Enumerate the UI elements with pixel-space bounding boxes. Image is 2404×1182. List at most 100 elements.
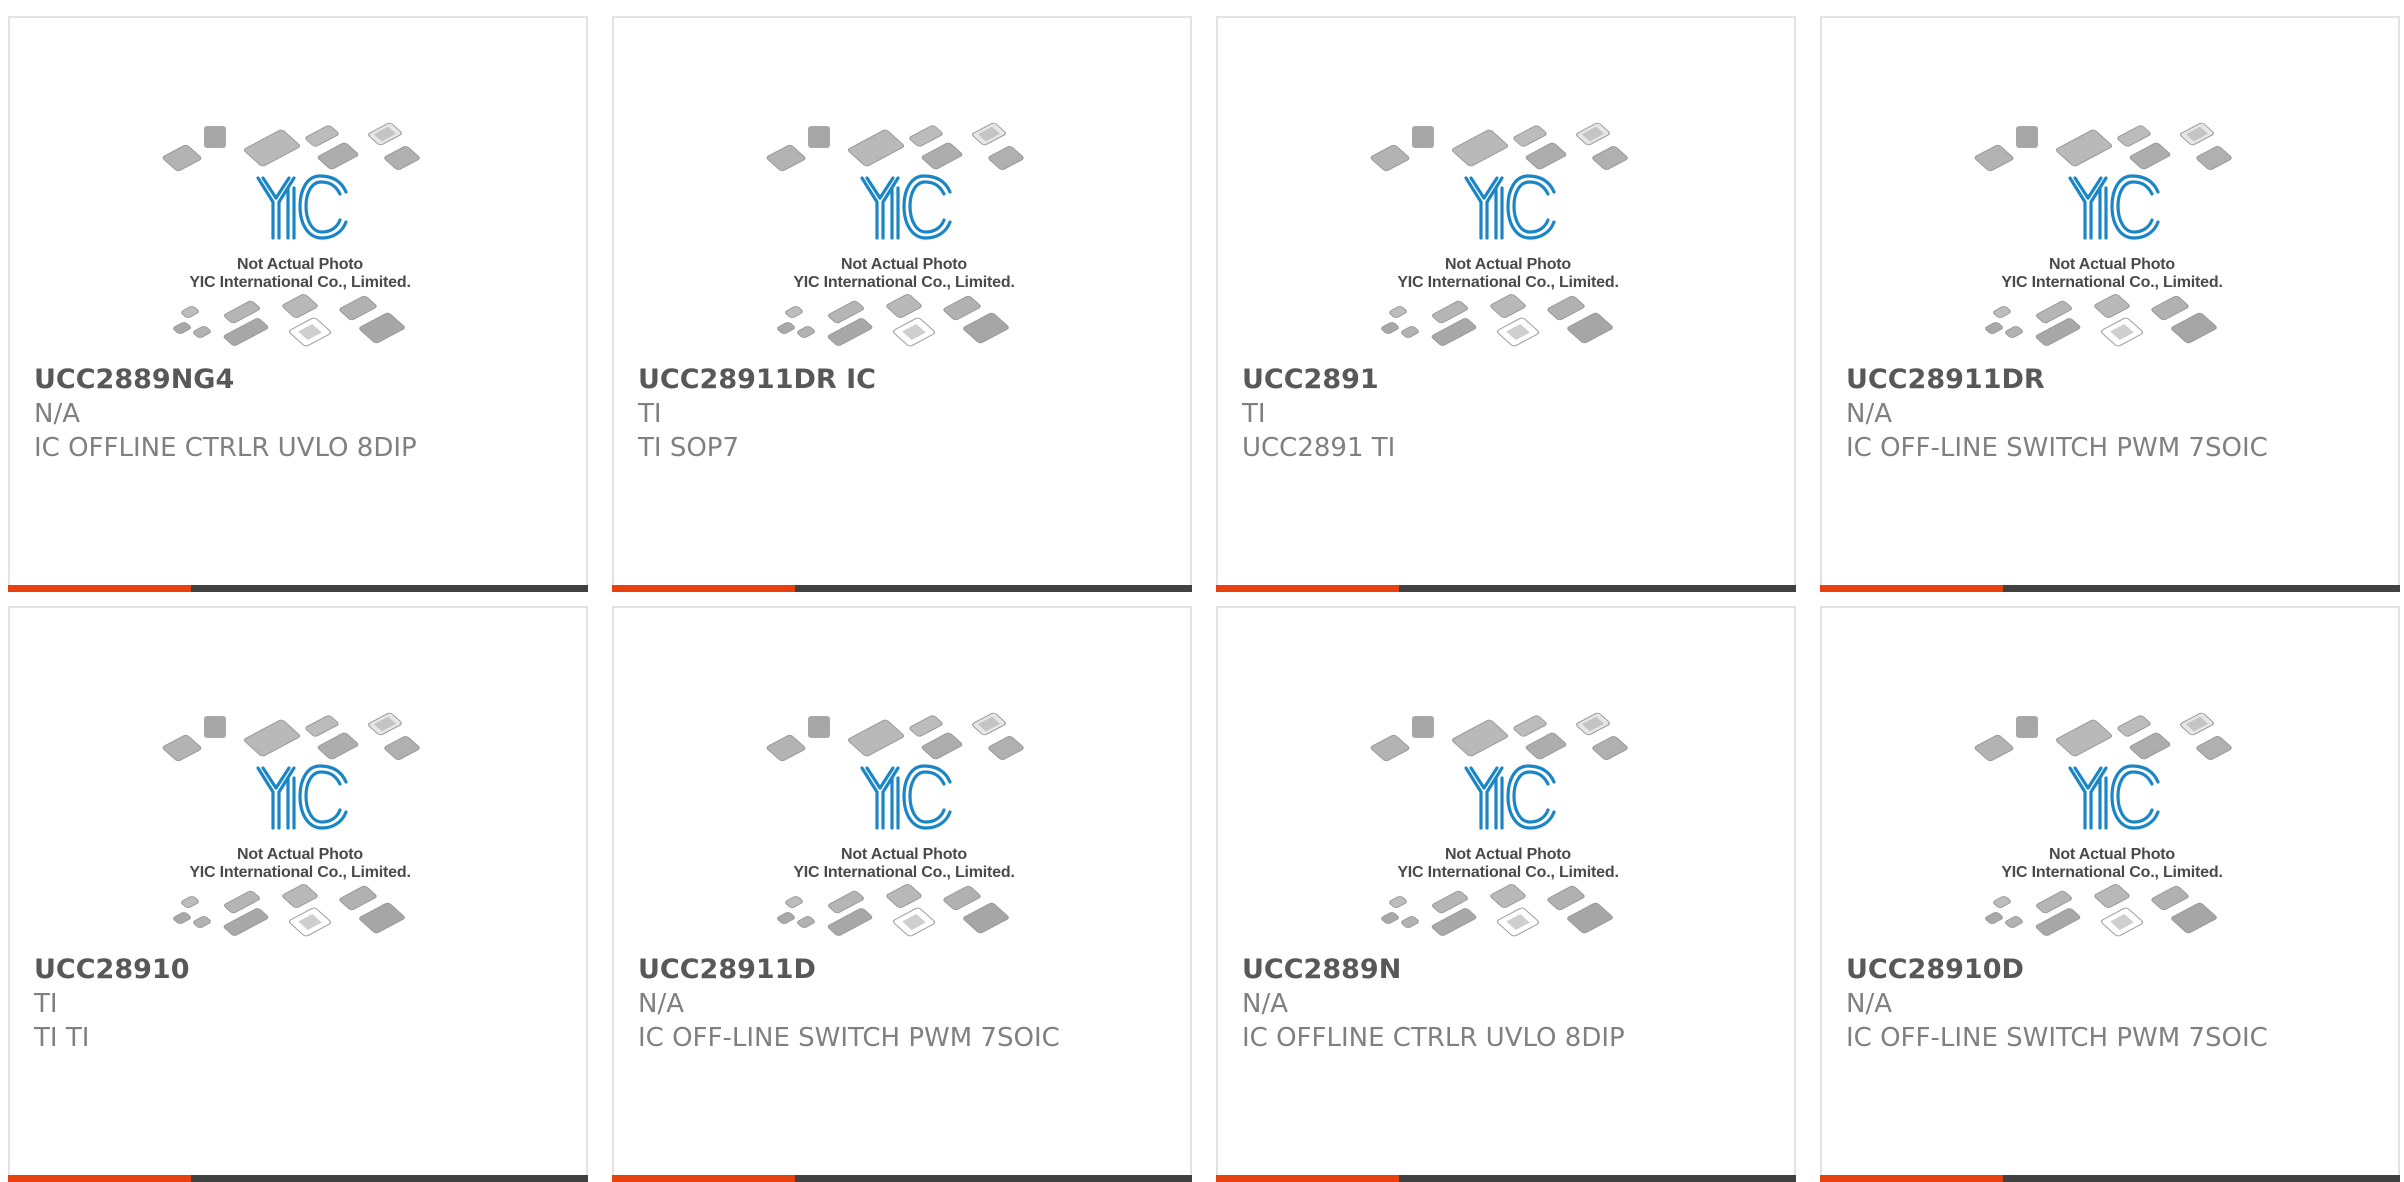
chip-package-icons-bottom <box>173 884 405 937</box>
company-caption: YIC International Co., Limited. <box>189 864 411 881</box>
placeholder-image: Not Actual Photo YIC International Co., … <box>160 696 440 952</box>
card-accent-bar <box>8 585 191 592</box>
placeholder-image: Not Actual Photo YIC International Co., … <box>1368 106 1648 362</box>
description: IC OFFLINE CTRLR UVLO 8DIP <box>34 433 417 463</box>
card-bottom-bar <box>1820 585 2400 592</box>
card-bottom-bar <box>1820 1175 2400 1182</box>
chip-package-icons-bottom <box>1381 294 1613 347</box>
part-number[interactable]: UCC28911DR IC <box>638 363 1180 397</box>
company-caption: YIC International Co., Limited. <box>793 274 1015 291</box>
card-accent-bar <box>1216 585 1399 592</box>
chip-package-icons-bottom <box>173 294 405 347</box>
product-card[interactable]: Not Actual Photo YIC International Co., … <box>8 16 588 592</box>
card-bottom-bar <box>1216 585 1796 592</box>
card-accent-bar <box>8 1175 191 1182</box>
manufacturer: TI <box>638 399 662 429</box>
chip-package-icons-top <box>1974 712 2232 762</box>
part-number[interactable]: UCC2889NG4 <box>34 363 576 397</box>
product-card[interactable]: Not Actual Photo YIC International Co., … <box>1216 16 1796 592</box>
card-accent-bar <box>1216 1175 1399 1182</box>
company-caption: YIC International Co., Limited. <box>2001 274 2223 291</box>
yic-logo-icon <box>256 174 348 240</box>
chip-package-icons-top <box>162 122 420 172</box>
chip-package-icons-bottom <box>777 884 1009 937</box>
product-info: UCC2891 TI UCC2891 TI <box>1242 363 1784 465</box>
card-accent-bar <box>1820 1175 2003 1182</box>
manufacturer: N/A <box>34 399 80 429</box>
part-number[interactable]: UCC28911DR <box>1846 363 2388 397</box>
product-info: UCC28910D N/A IC OFF-LINE SWITCH PWM 7SO… <box>1846 953 2388 1055</box>
product-info: UCC28911D N/A IC OFF-LINE SWITCH PWM 7SO… <box>638 953 1180 1055</box>
description: TI TI <box>34 1023 90 1053</box>
manufacturer: N/A <box>1846 399 1892 429</box>
product-card[interactable]: Not Actual Photo YIC International Co., … <box>612 606 1192 1182</box>
product-card[interactable]: Not Actual Photo YIC International Co., … <box>1820 16 2400 592</box>
card-bottom-bar <box>8 585 588 592</box>
not-actual-photo-caption: Not Actual Photo <box>1445 256 1571 273</box>
product-info: UCC28911DR N/A IC OFF-LINE SWITCH PWM 7S… <box>1846 363 2388 465</box>
product-card[interactable]: Not Actual Photo YIC International Co., … <box>1820 606 2400 1182</box>
manufacturer: N/A <box>1846 989 1892 1019</box>
description: IC OFF-LINE SWITCH PWM 7SOIC <box>1846 433 2268 463</box>
not-actual-photo-caption: Not Actual Photo <box>841 256 967 273</box>
yic-logo-icon <box>860 764 952 830</box>
product-info: UCC28911DR IC TI TI SOP7 <box>638 363 1180 465</box>
manufacturer: N/A <box>1242 989 1288 1019</box>
card-accent-bar <box>612 1175 795 1182</box>
description: IC OFF-LINE SWITCH PWM 7SOIC <box>1846 1023 2268 1053</box>
not-actual-photo-caption: Not Actual Photo <box>1445 846 1571 863</box>
product-card[interactable]: Not Actual Photo YIC International Co., … <box>8 606 588 1182</box>
product-info: UCC2889N N/A IC OFFLINE CTRLR UVLO 8DIP <box>1242 953 1784 1055</box>
card-accent-bar <box>1820 585 2003 592</box>
card-bottom-bar <box>8 1175 588 1182</box>
placeholder-image: Not Actual Photo YIC International Co., … <box>1972 696 2252 952</box>
manufacturer: TI <box>34 989 58 1019</box>
product-card[interactable]: Not Actual Photo YIC International Co., … <box>1216 606 1796 1182</box>
company-caption: YIC International Co., Limited. <box>189 274 411 291</box>
description: IC OFFLINE CTRLR UVLO 8DIP <box>1242 1023 1625 1053</box>
chip-package-icons-top <box>162 712 420 762</box>
not-actual-photo-caption: Not Actual Photo <box>2049 256 2175 273</box>
placeholder-image: Not Actual Photo YIC International Co., … <box>764 696 1044 952</box>
chip-package-icons-top <box>1370 712 1628 762</box>
card-accent-bar <box>612 585 795 592</box>
description: IC OFF-LINE SWITCH PWM 7SOIC <box>638 1023 1060 1053</box>
yic-logo-icon <box>2068 764 2160 830</box>
not-actual-photo-caption: Not Actual Photo <box>2049 846 2175 863</box>
placeholder-image: Not Actual Photo YIC International Co., … <box>1368 696 1648 952</box>
product-card[interactable]: Not Actual Photo YIC International Co., … <box>612 16 1192 592</box>
yic-logo-icon <box>860 174 952 240</box>
yic-logo-icon <box>2068 174 2160 240</box>
placeholder-image: Not Actual Photo YIC International Co., … <box>764 106 1044 362</box>
company-caption: YIC International Co., Limited. <box>1397 274 1619 291</box>
description: UCC2891 TI <box>1242 433 1396 463</box>
yic-logo-icon <box>1464 174 1556 240</box>
chip-package-icons-bottom <box>777 294 1009 347</box>
part-number[interactable]: UCC2891 <box>1242 363 1784 397</box>
product-grid: Not Actual Photo YIC International Co., … <box>0 0 2404 1182</box>
company-caption: YIC International Co., Limited. <box>793 864 1015 881</box>
yic-logo-icon <box>256 764 348 830</box>
product-info: UCC2889NG4 N/A IC OFFLINE CTRLR UVLO 8DI… <box>34 363 576 465</box>
chip-package-icons-top <box>1974 122 2232 172</box>
placeholder-image: Not Actual Photo YIC International Co., … <box>1972 106 2252 362</box>
card-bottom-bar <box>612 1175 1192 1182</box>
part-number[interactable]: UCC28910D <box>1846 953 2388 987</box>
chip-package-icons-top <box>1370 122 1628 172</box>
placeholder-image: Not Actual Photo YIC International Co., … <box>160 106 440 362</box>
card-bottom-bar <box>1216 1175 1796 1182</box>
card-bottom-bar <box>612 585 1192 592</box>
chip-package-icons-bottom <box>1985 884 2217 937</box>
part-number[interactable]: UCC28911D <box>638 953 1180 987</box>
manufacturer: TI <box>1242 399 1266 429</box>
company-caption: YIC International Co., Limited. <box>2001 864 2223 881</box>
description: TI SOP7 <box>638 433 740 463</box>
company-caption: YIC International Co., Limited. <box>1397 864 1619 881</box>
part-number[interactable]: UCC2889N <box>1242 953 1784 987</box>
chip-package-icons-bottom <box>1985 294 2217 347</box>
chip-package-icons-bottom <box>1381 884 1613 937</box>
yic-logo-icon <box>1464 764 1556 830</box>
not-actual-photo-caption: Not Actual Photo <box>237 256 363 273</box>
part-number[interactable]: UCC28910 <box>34 953 576 987</box>
not-actual-photo-caption: Not Actual Photo <box>237 846 363 863</box>
